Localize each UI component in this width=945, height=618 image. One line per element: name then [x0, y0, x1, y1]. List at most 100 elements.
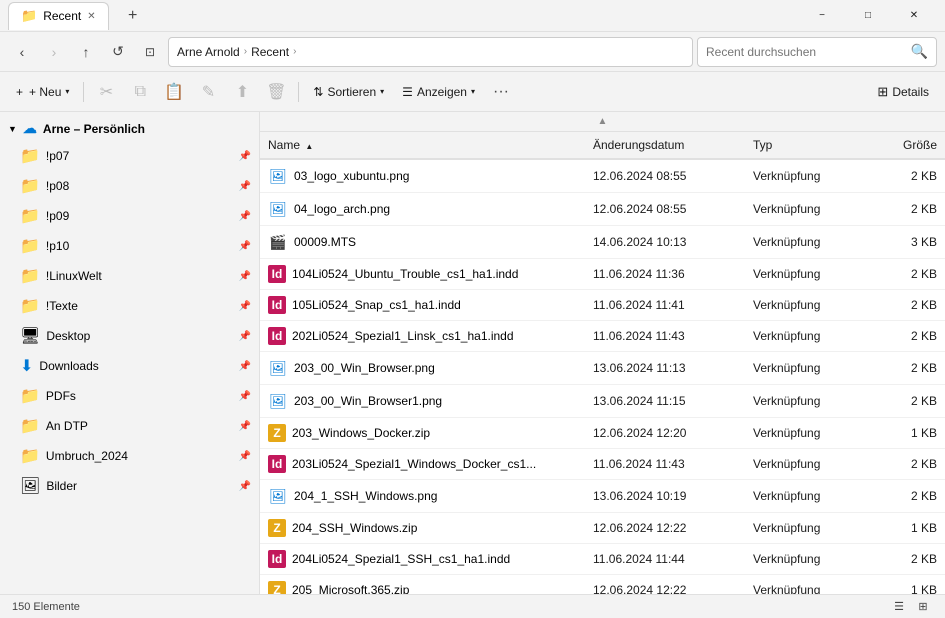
- pin-icon: 📌: [239, 451, 251, 462]
- view-icon: ☰: [402, 85, 413, 99]
- breadcrumb-sep-1: ›: [244, 46, 247, 57]
- table-row[interactable]: 🖼 203_00_Win_Browser.png 13.06.2024 11:1…: [260, 352, 945, 385]
- file-name: 00009.MTS: [294, 235, 356, 249]
- file-date: 11.06.2024 11:43: [585, 325, 745, 347]
- view-dropdown-icon: ▾: [471, 87, 475, 96]
- table-row[interactable]: Z 205_Microsoft.365.zip 12.06.2024 12:22…: [260, 575, 945, 594]
- delete-button[interactable]: 🗑: [260, 76, 292, 108]
- file-size: 1 KB: [865, 579, 945, 594]
- tab-close-button[interactable]: ✕: [87, 11, 95, 22]
- breadcrumb-recent[interactable]: Recent: [251, 45, 289, 59]
- col-header-size[interactable]: Größe: [865, 132, 945, 158]
- table-row[interactable]: Id 204Li0524_Spezial1_SSH_cs1_ha1.indd 1…: [260, 544, 945, 575]
- file-type: Verknüpfung: [745, 453, 865, 475]
- file-size: 2 KB: [865, 165, 945, 187]
- list-view-button[interactable]: ☰: [889, 597, 909, 617]
- table-row[interactable]: Id 203Li0524_Spezial1_Windows_Docker_cs1…: [260, 449, 945, 480]
- file-size: 2 KB: [865, 198, 945, 220]
- minimize-button[interactable]: −: [799, 0, 845, 32]
- sidebar-item-linuxwelt[interactable]: 📁 !LinuxWelt 📌: [0, 261, 259, 291]
- sidebar-item-andtp[interactable]: 📁 An DTP 📌: [0, 411, 259, 441]
- pin-icon: 📌: [239, 211, 251, 222]
- more-button[interactable]: ···: [485, 76, 517, 108]
- sidebar-item-downloads[interactable]: ⬇ Downloads 📌: [0, 351, 259, 381]
- sidebar-section-personal[interactable]: ▼ ☁ Arne – Persönlich: [0, 116, 259, 141]
- file-date: 11.06.2024 11:43: [585, 453, 745, 475]
- table-row[interactable]: Id 105Li0524_Snap_cs1_ha1.indd 11.06.202…: [260, 290, 945, 321]
- new-tab-button[interactable]: +: [121, 4, 145, 28]
- sidebar-item-label: !p08: [46, 179, 69, 193]
- search-bar[interactable]: 🔍: [697, 37, 937, 67]
- table-row[interactable]: Id 104Li0524_Ubuntu_Trouble_cs1_ha1.indd…: [260, 259, 945, 290]
- breadcrumb-bar[interactable]: Arne Arnold › Recent ›: [168, 37, 693, 67]
- file-icon-mts: 🎬: [268, 232, 288, 252]
- bilder-icon: 🖼: [20, 476, 40, 496]
- up-button[interactable]: ↑: [72, 38, 100, 66]
- share-button[interactable]: ⬆: [226, 76, 258, 108]
- table-row[interactable]: Z 203_Windows_Docker.zip 12.06.2024 12:2…: [260, 418, 945, 449]
- copy-button[interactable]: ⧉: [124, 76, 156, 108]
- file-type: Verknüpfung: [745, 517, 865, 539]
- sidebar: ▼ ☁ Arne – Persönlich 📁 !p07 📌 📁 !p08 📌 …: [0, 112, 260, 594]
- details-button[interactable]: ⊞ Details: [869, 80, 937, 104]
- sidebar-item-p10[interactable]: 📁 !p10 📌: [0, 231, 259, 261]
- table-row[interactable]: 🖼 04_logo_arch.png 12.06.2024 08:55 Verk…: [260, 193, 945, 226]
- folder-icon: 📁: [20, 386, 40, 406]
- sort-label: Sortieren: [327, 85, 376, 99]
- sidebar-item-texte[interactable]: 📁 !Texte 📌: [0, 291, 259, 321]
- search-icon[interactable]: 🔍: [911, 43, 928, 60]
- back-button[interactable]: ‹: [8, 38, 36, 66]
- file-name: 104Li0524_Ubuntu_Trouble_cs1_ha1.indd: [292, 267, 518, 281]
- col-header-type[interactable]: Typ: [745, 132, 865, 158]
- file-name: 03_logo_xubuntu.png: [294, 169, 409, 183]
- sidebar-item-desktop[interactable]: 🖥 Desktop 📌: [0, 321, 259, 351]
- sidebar-item-p09[interactable]: 📁 !p09 📌: [0, 201, 259, 231]
- table-row[interactable]: 🖼 203_00_Win_Browser1.png 13.06.2024 11:…: [260, 385, 945, 418]
- titlebar: 📁 Recent ✕ + − □ ✕: [0, 0, 945, 32]
- table-row[interactable]: 🎬 00009.MTS 14.06.2024 10:13 Verknüpfung…: [260, 226, 945, 259]
- new-button[interactable]: + + Neu ▾: [8, 81, 77, 103]
- col-header-date[interactable]: Änderungsdatum: [585, 132, 745, 158]
- tab-folder-icon: 📁: [21, 8, 37, 24]
- close-button[interactable]: ✕: [891, 0, 937, 32]
- col-header-name[interactable]: Name ▲: [260, 132, 585, 158]
- rename-button[interactable]: ✎: [192, 76, 224, 108]
- file-date: 12.06.2024 12:22: [585, 517, 745, 539]
- file-name-cell: Id 104Li0524_Ubuntu_Trouble_cs1_ha1.indd: [260, 261, 585, 287]
- file-size: 2 KB: [865, 485, 945, 507]
- cut-button[interactable]: ✂: [90, 76, 122, 108]
- maximize-button[interactable]: □: [845, 0, 891, 32]
- sidebar-item-bilder[interactable]: 🖼 Bilder 📌: [0, 471, 259, 501]
- table-row[interactable]: Z 204_SSH_Windows.zip 12.06.2024 12:22 V…: [260, 513, 945, 544]
- folder-icon: 📁: [20, 206, 40, 226]
- sort-button[interactable]: ⇅ Sortieren ▾: [305, 81, 392, 103]
- grid-view-button[interactable]: ⊞: [913, 597, 933, 617]
- breadcrumb-arne-arnold[interactable]: Arne Arnold: [177, 45, 240, 59]
- current-tab[interactable]: 📁 Recent ✕: [8, 2, 109, 30]
- refresh-button[interactable]: ↺: [104, 38, 132, 66]
- paste-button[interactable]: 📋: [158, 76, 190, 108]
- view-button[interactable]: ☰ Anzeigen ▾: [394, 81, 483, 103]
- table-row[interactable]: 🖼 204_1_SSH_Windows.png 13.06.2024 10:19…: [260, 480, 945, 513]
- tab-title: Recent: [43, 9, 81, 23]
- sidebar-item-p07[interactable]: 📁 !p07 📌: [0, 141, 259, 171]
- file-date: 13.06.2024 11:13: [585, 357, 745, 379]
- file-icon-zip: Z: [268, 519, 286, 537]
- file-type: Verknüpfung: [745, 165, 865, 187]
- sidebar-item-umbruch[interactable]: 📁 Umbruch_2024 📌: [0, 441, 259, 471]
- location-icon-button[interactable]: ⊡: [136, 38, 164, 66]
- file-date: 14.06.2024 10:13: [585, 231, 745, 253]
- main-content: ▼ ☁ Arne – Persönlich 📁 !p07 📌 📁 !p08 📌 …: [0, 112, 945, 594]
- search-input[interactable]: [706, 45, 907, 59]
- file-name: 203_00_Win_Browser1.png: [294, 394, 442, 408]
- file-size: 2 KB: [865, 294, 945, 316]
- forward-button[interactable]: ›: [40, 38, 68, 66]
- table-row[interactable]: 🖼 03_logo_xubuntu.png 12.06.2024 08:55 V…: [260, 160, 945, 193]
- file-name-cell: 🎬 00009.MTS: [260, 228, 585, 256]
- downloads-icon: ⬇: [20, 356, 33, 376]
- sidebar-item-p08[interactable]: 📁 !p08 📌: [0, 171, 259, 201]
- table-row[interactable]: Id 202Li0524_Spezial1_Linsk_cs1_ha1.indd…: [260, 321, 945, 352]
- sidebar-item-pdfs[interactable]: 📁 PDFs 📌: [0, 381, 259, 411]
- file-icon-indd: Id: [268, 296, 286, 314]
- pin-icon: 📌: [239, 271, 251, 282]
